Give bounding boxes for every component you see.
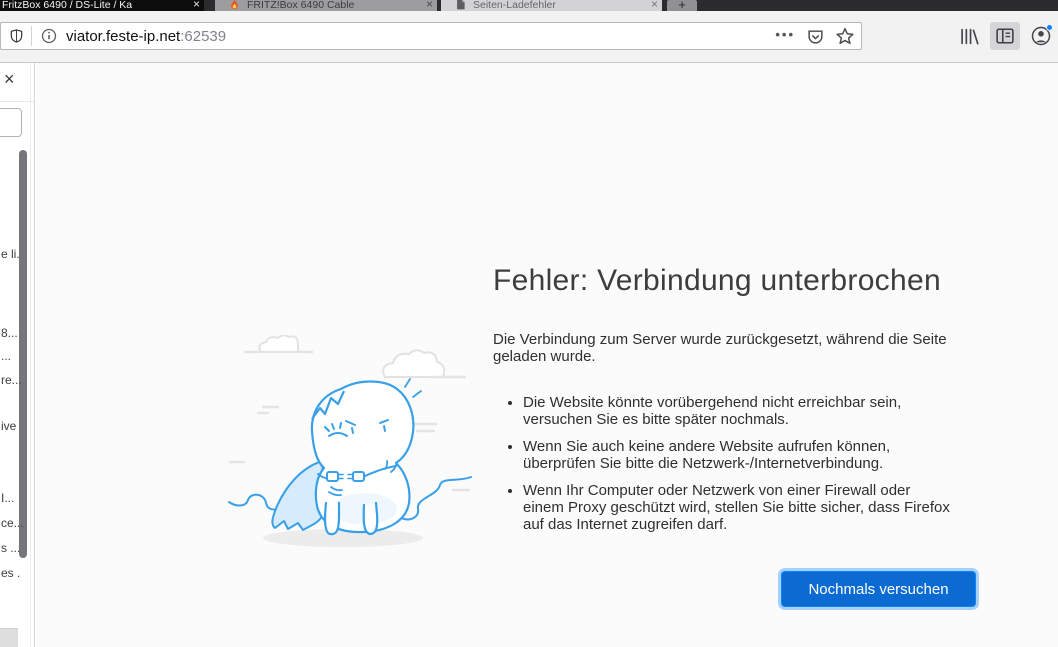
pocket-icon[interactable] [801, 23, 829, 49]
tab-label: FritzBox 6490 / DS-Lite / Ka [2, 0, 187, 11]
error-hint-list: Die Website könnte vorübergehend nicht e… [493, 394, 955, 533]
tab-seiten-ladefehler[interactable]: Seiten-Ladefehler × [441, 0, 662, 11]
error-page: Fehler: Verbindung unterbrochen Die Verb… [36, 63, 1058, 647]
url-port[interactable]: :62539 [180, 28, 226, 45]
sidebar-item-fragment[interactable]: ce... [1, 516, 24, 530]
sidebar-item-fragment[interactable]: 8... [1, 326, 18, 340]
status-popup-fragment [0, 628, 18, 647]
disconnected-dino-illustration [225, 335, 475, 550]
sidebar-panel: × e li. 8... ... re... ive I... ce... s … [0, 63, 35, 647]
account-icon[interactable] [1026, 22, 1056, 50]
fritzbox-flame-icon [229, 0, 240, 10]
retry-button[interactable]: Nochmals versuchen [782, 572, 975, 606]
tab-label: FRITZ!Box 6490 Cable [247, 0, 420, 11]
navigation-toolbar: viator.feste-ip.net:62539 ••• [0, 11, 1058, 63]
url-bar[interactable]: viator.feste-ip.net:62539 ••• [0, 22, 862, 50]
new-tab-button[interactable]: + [667, 0, 697, 11]
page-actions-icon[interactable]: ••• [769, 27, 801, 45]
sidebar-item-fragment[interactable]: re... [1, 373, 22, 387]
url-host[interactable]: viator.feste-ip.net [66, 28, 180, 45]
error-hint-item: Die Website könnte vorübergehend nicht e… [523, 394, 955, 428]
tab-bar: FritzBox 6490 / DS-Lite / Ka × FRITZ!Box… [0, 0, 1058, 11]
sidebar-item-fragment[interactable]: es . [1, 566, 20, 580]
sidebar-item-fragment[interactable]: e li. [1, 247, 20, 261]
sidebar-scrollbar[interactable] [19, 150, 27, 558]
bookmark-star-icon[interactable] [831, 23, 859, 49]
error-hint-item: Wenn Ihr Computer oder Netzwerk von eine… [523, 482, 955, 533]
tab-fritzbox-dslite[interactable]: FritzBox 6490 / DS-Lite / Ka × [0, 0, 204, 11]
error-description: Die Verbindung zum Server wurde zurückge… [493, 331, 975, 365]
page-title: Fehler: Verbindung unterbrochen [493, 261, 975, 301]
tab-close-icon[interactable]: × [426, 0, 433, 10]
site-info-icon[interactable] [32, 28, 66, 44]
toolbar-right-buttons [954, 20, 1056, 52]
sidebar-item-fragment[interactable]: ... [1, 349, 11, 363]
tab-fritzbox-cable[interactable]: FRITZ!Box 6490 Cable × [215, 0, 437, 11]
sidebar-header: × [0, 63, 34, 102]
content-area: × e li. 8... ... re... ive I... ce... s … [0, 63, 1058, 647]
button-row: Nochmals versuchen [493, 572, 975, 606]
sidebar-item-fragment[interactable]: I... [1, 491, 14, 505]
sidebar-search-input[interactable] [0, 108, 22, 137]
error-hint-item: Wenn Sie auch keine andere Website aufru… [523, 438, 955, 472]
sidebar-close-icon[interactable]: × [4, 70, 15, 88]
tab-close-icon[interactable]: × [651, 0, 658, 10]
sidebar-item-fragment[interactable]: ive [1, 419, 16, 433]
account-notification-badge [1046, 24, 1053, 31]
error-page-icon [455, 0, 466, 10]
sidebar-item-fragment[interactable]: s ... [1, 541, 20, 555]
sidebar-toggle-icon[interactable] [990, 22, 1020, 50]
tracking-protection-shield-icon[interactable] [1, 28, 31, 44]
tab-close-icon[interactable]: × [193, 0, 200, 10]
browser-window: FritzBox 6490 / DS-Lite / Ka × FRITZ!Box… [0, 0, 1058, 647]
error-message-box: Fehler: Verbindung unterbrochen Die Verb… [493, 261, 975, 606]
library-icon[interactable] [954, 22, 984, 50]
tab-label: Seiten-Ladefehler [473, 0, 645, 11]
